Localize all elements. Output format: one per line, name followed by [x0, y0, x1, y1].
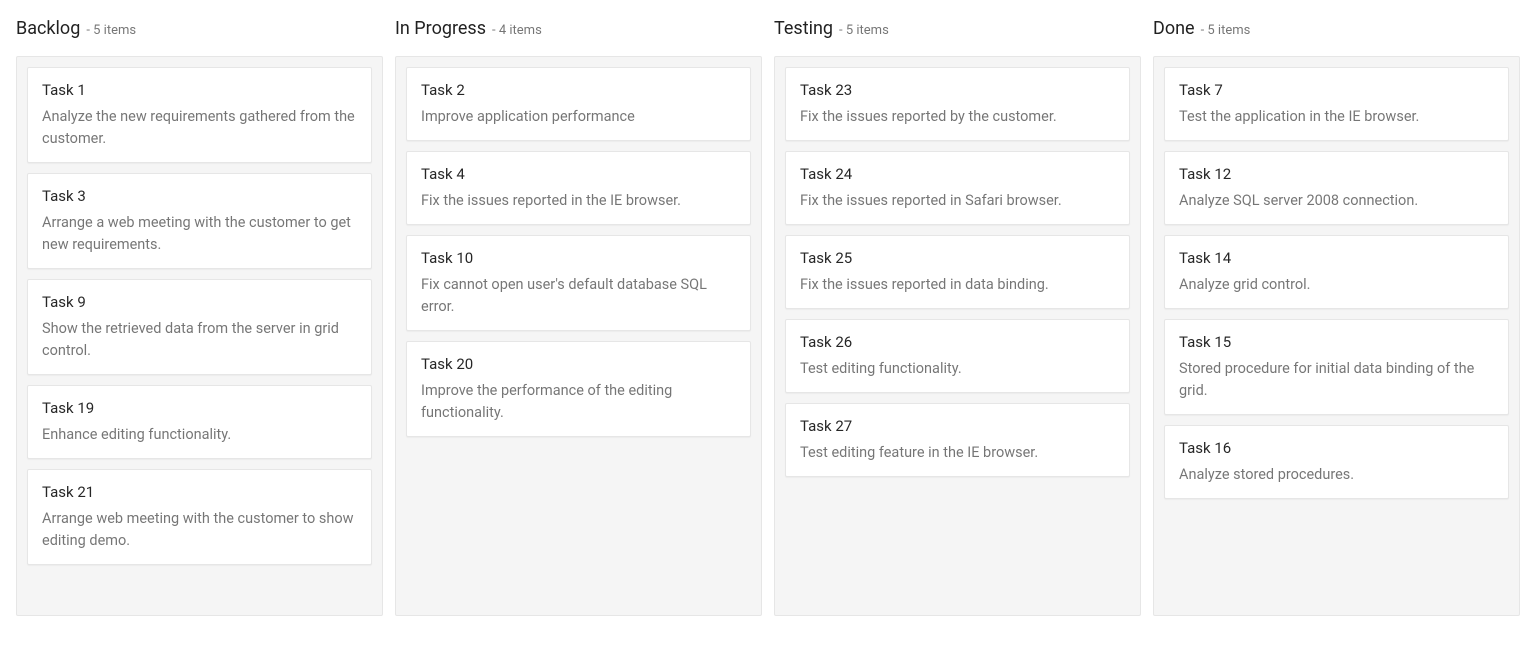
column-count: - 5 items — [839, 20, 889, 42]
card[interactable]: Task 26 Test editing functionality. — [785, 319, 1130, 393]
card[interactable]: Task 21 Arrange web meeting with the cus… — [27, 469, 372, 565]
card[interactable]: Task 2 Improve application performance — [406, 67, 751, 141]
card-title: Task 20 — [421, 354, 736, 374]
card-desc: Enhance editing functionality. — [42, 424, 357, 446]
card-title: Task 3 — [42, 186, 357, 206]
card[interactable]: Task 16 Analyze stored procedures. — [1164, 425, 1509, 499]
column-dropzone[interactable]: Task 7 Test the application in the IE br… — [1153, 56, 1520, 616]
card-desc: Arrange web meeting with the customer to… — [42, 508, 357, 552]
card[interactable]: Task 19 Enhance editing functionality. — [27, 385, 372, 459]
card[interactable]: Task 24 Fix the issues reported in Safar… — [785, 151, 1130, 225]
card-title: Task 15 — [1179, 332, 1494, 352]
card-desc: Test the application in the IE browser. — [1179, 106, 1494, 128]
card-desc: Analyze the new requirements gathered fr… — [42, 106, 357, 150]
column-in-progress: In Progress - 4 items Task 2 Improve app… — [395, 0, 762, 616]
card[interactable]: Task 23 Fix the issues reported by the c… — [785, 67, 1130, 141]
card-desc: Improve application performance — [421, 106, 736, 128]
card[interactable]: Task 27 Test editing feature in the IE b… — [785, 403, 1130, 477]
card-desc: Analyze grid control. — [1179, 274, 1494, 296]
card-title: Task 9 — [42, 292, 357, 312]
card-title: Task 19 — [42, 398, 357, 418]
column-count: - 4 items — [492, 20, 542, 42]
card-desc: Fix the issues reported by the customer. — [800, 106, 1115, 128]
card-title: Task 16 — [1179, 438, 1494, 458]
card[interactable]: Task 14 Analyze grid control. — [1164, 235, 1509, 309]
card-desc: Analyze stored procedures. — [1179, 464, 1494, 486]
card-title: Task 24 — [800, 164, 1115, 184]
card-desc: Test editing functionality. — [800, 358, 1115, 380]
column-title: Backlog — [16, 18, 80, 40]
column-header: Testing - 5 items — [774, 0, 1141, 56]
column-dropzone[interactable]: Task 1 Analyze the new requirements gath… — [16, 56, 383, 616]
card-title: Task 10 — [421, 248, 736, 268]
card[interactable]: Task 7 Test the application in the IE br… — [1164, 67, 1509, 141]
card-desc: Stored procedure for initial data bindin… — [1179, 358, 1494, 402]
card-desc: Fix cannot open user's default database … — [421, 274, 736, 318]
card-title: Task 25 — [800, 248, 1115, 268]
card-desc: Improve the performance of the editing f… — [421, 380, 736, 424]
card-desc: Fix the issues reported in Safari browse… — [800, 190, 1115, 212]
card-title: Task 7 — [1179, 80, 1494, 100]
card-desc: Fix the issues reported in data binding. — [800, 274, 1115, 296]
card-title: Task 23 — [800, 80, 1115, 100]
card-title: Task 26 — [800, 332, 1115, 352]
card-title: Task 1 — [42, 80, 357, 100]
column-done: Done - 5 items Task 7 Test the applicati… — [1153, 0, 1520, 616]
card-title: Task 27 — [800, 416, 1115, 436]
column-count: - 5 items — [86, 20, 136, 42]
column-title: Done — [1153, 18, 1195, 40]
card-title: Task 21 — [42, 482, 357, 502]
card[interactable]: Task 1 Analyze the new requirements gath… — [27, 67, 372, 163]
card-desc: Show the retrieved data from the server … — [42, 318, 357, 362]
card-desc: Analyze SQL server 2008 connection. — [1179, 190, 1494, 212]
card[interactable]: Task 25 Fix the issues reported in data … — [785, 235, 1130, 309]
column-header: Done - 5 items — [1153, 0, 1520, 56]
card[interactable]: Task 3 Arrange a web meeting with the cu… — [27, 173, 372, 269]
column-header: Backlog - 5 items — [16, 0, 383, 56]
column-count: - 5 items — [1201, 20, 1251, 42]
column-header: In Progress - 4 items — [395, 0, 762, 56]
column-dropzone[interactable]: Task 23 Fix the issues reported by the c… — [774, 56, 1141, 616]
column-title: In Progress — [395, 18, 486, 40]
column-title: Testing — [774, 18, 833, 40]
card-title: Task 2 — [421, 80, 736, 100]
card[interactable]: Task 15 Stored procedure for initial dat… — [1164, 319, 1509, 415]
card[interactable]: Task 10 Fix cannot open user's default d… — [406, 235, 751, 331]
column-backlog: Backlog - 5 items Task 1 Analyze the new… — [16, 0, 383, 616]
column-testing: Testing - 5 items Task 23 Fix the issues… — [774, 0, 1141, 616]
card[interactable]: Task 4 Fix the issues reported in the IE… — [406, 151, 751, 225]
card-title: Task 12 — [1179, 164, 1494, 184]
card[interactable]: Task 12 Analyze SQL server 2008 connecti… — [1164, 151, 1509, 225]
card-title: Task 14 — [1179, 248, 1494, 268]
card-desc: Arrange a web meeting with the customer … — [42, 212, 357, 256]
card-desc: Test editing feature in the IE browser. — [800, 442, 1115, 464]
column-dropzone[interactable]: Task 2 Improve application performance T… — [395, 56, 762, 616]
card[interactable]: Task 20 Improve the performance of the e… — [406, 341, 751, 437]
kanban-board: Backlog - 5 items Task 1 Analyze the new… — [16, 0, 1520, 616]
card[interactable]: Task 9 Show the retrieved data from the … — [27, 279, 372, 375]
card-title: Task 4 — [421, 164, 736, 184]
card-desc: Fix the issues reported in the IE browse… — [421, 190, 736, 212]
